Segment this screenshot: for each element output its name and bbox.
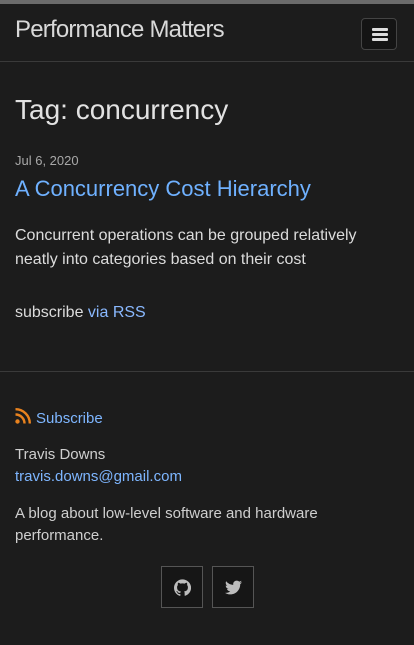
- blog-description: A blog about low-level software and hard…: [15, 505, 318, 544]
- github-icon: [173, 578, 191, 596]
- hamburger-menu-icon: [372, 28, 388, 31]
- post-excerpt: Concurrent operations can be grouped rel…: [15, 227, 357, 268]
- github-button[interactable]: [161, 566, 203, 608]
- rss-icon: [15, 408, 31, 424]
- nav-menu-toggle-button[interactable]: [361, 18, 397, 50]
- footer-subscribe-link[interactable]: Subscribe: [15, 408, 103, 427]
- site-header: Performance Matters: [0, 4, 414, 62]
- post-date: Jul 6, 2020: [15, 153, 79, 168]
- footer-subscribe-label: Subscribe: [36, 410, 103, 427]
- post-title-link[interactable]: A Concurrency Cost Hierarchy: [15, 176, 311, 202]
- author-name: Travis Downs: [15, 446, 106, 463]
- twitter-icon: [224, 580, 242, 594]
- subscribe-prefix: subscribe: [15, 304, 88, 321]
- rss-link[interactable]: via RSS: [88, 304, 146, 321]
- site-title-link[interactable]: Performance Matters: [15, 16, 225, 44]
- page-title: Tag: concurrency: [15, 94, 229, 125]
- twitter-button[interactable]: [212, 566, 254, 608]
- site-footer: Subscribe Travis Downs travis.downs@gmai…: [0, 371, 414, 645]
- subscribe-line: subscribe via RSS: [15, 304, 146, 322]
- author-email-link[interactable]: travis.downs@gmail.com: [15, 468, 182, 485]
